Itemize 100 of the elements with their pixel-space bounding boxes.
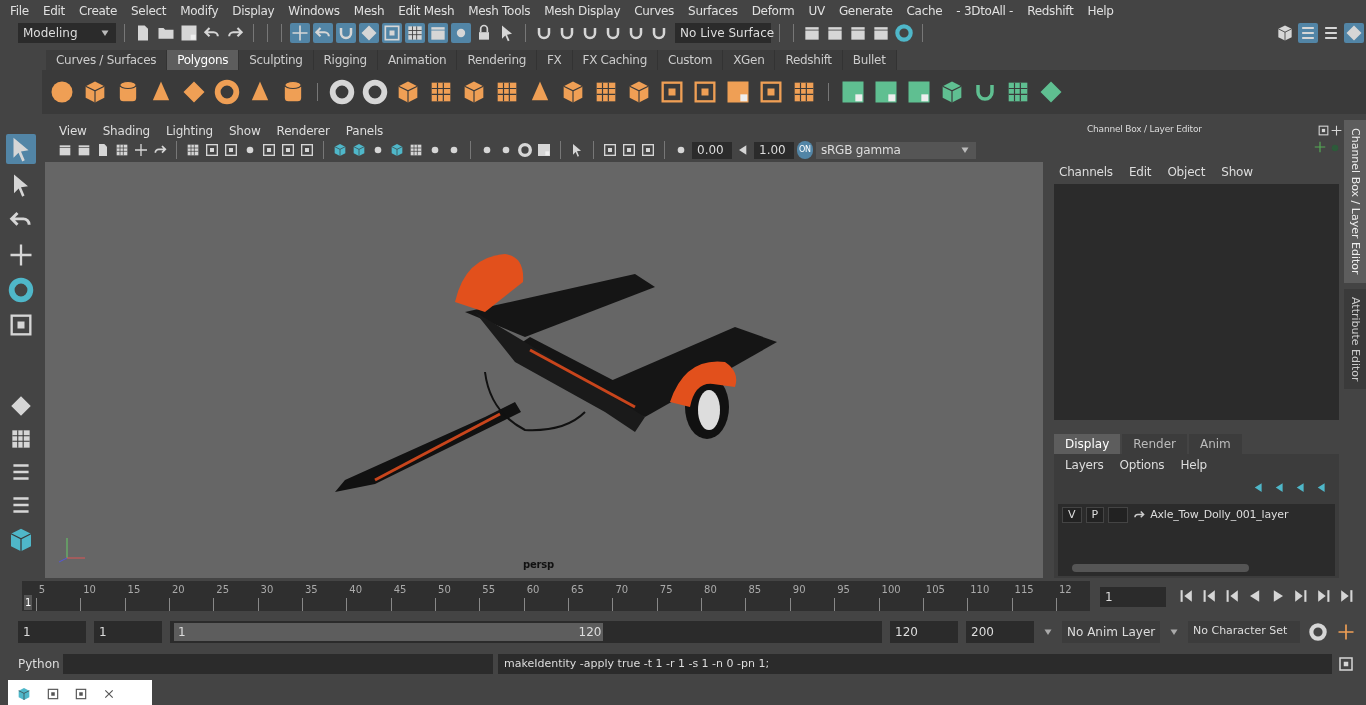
range-slider[interactable]: 1 120	[170, 620, 882, 643]
shelf-tab[interactable]: Custom	[657, 50, 724, 70]
menu-item[interactable]: Mesh	[345, 0, 391, 20]
shelf-tab[interactable]: FX	[537, 50, 573, 70]
menu-item[interactable]: Windows	[280, 0, 346, 20]
menu-item[interactable]: Lighting	[158, 120, 221, 140]
menu-item[interactable]: Edit Mesh	[390, 0, 461, 20]
menu-item[interactable]: Generate	[830, 0, 899, 20]
grid-icon[interactable]	[114, 142, 130, 158]
cube-icon[interactable]	[389, 142, 405, 158]
color-space-dropdown[interactable]: sRGB gamma	[815, 141, 976, 159]
menu-item[interactable]: Deform	[743, 0, 801, 20]
side-tab[interactable]: Attribute Editor	[1344, 288, 1366, 390]
shelf-tab[interactable]: Rigging	[313, 50, 378, 70]
diamond-icon[interactable]	[359, 22, 379, 43]
shelf-tab[interactable]: Animation	[377, 50, 458, 70]
mode-dropdown[interactable]: Modeling	[18, 22, 116, 43]
menu-item[interactable]: Shading	[94, 120, 159, 140]
menu-item[interactable]: Help	[1180, 456, 1207, 474]
frame-icon[interactable]	[602, 142, 618, 158]
menu-item[interactable]: Mesh Tools	[460, 0, 537, 20]
menu-item[interactable]: Show	[1221, 163, 1253, 181]
menu-item[interactable]: Curves	[626, 0, 681, 20]
shelf-tab[interactable]: FX Caching	[572, 50, 658, 70]
frame-icon[interactable]	[621, 142, 637, 158]
color-swatch[interactable]	[1108, 507, 1129, 524]
horizontal-scrollbar[interactable]	[1072, 564, 1250, 572]
shelf-tab[interactable]: Polygons	[167, 50, 240, 70]
menu-item[interactable]: Create	[70, 0, 123, 20]
playback-start-field[interactable]: 1	[94, 620, 162, 643]
menu-item[interactable]: View	[51, 120, 95, 140]
menu-item[interactable]: Help	[1079, 0, 1120, 20]
menu-item[interactable]: Select	[123, 0, 173, 20]
end-frame-field[interactable]: 200	[966, 620, 1034, 643]
cube-icon[interactable]	[351, 142, 367, 158]
list-icon[interactable]	[1298, 22, 1318, 43]
visibility-toggle[interactable]: V	[1062, 507, 1082, 524]
layer-editor-tab[interactable]: Anim	[1188, 434, 1242, 454]
menu-item[interactable]: UV	[800, 0, 831, 20]
menu-item[interactable]: File	[2, 0, 35, 20]
move-icon[interactable]	[133, 142, 149, 158]
frame-icon[interactable]	[280, 142, 296, 158]
color-management-toggle[interactable]: ON	[797, 141, 813, 159]
menu-item[interactable]: Modify	[172, 0, 225, 20]
shelf-tab[interactable]: Sculpting	[239, 50, 314, 70]
frame-icon[interactable]	[204, 142, 220, 158]
command-input[interactable]	[63, 654, 493, 674]
menu-item[interactable]: Layers	[1065, 456, 1104, 474]
menu-item[interactable]: Options	[1119, 456, 1165, 474]
gamma-field[interactable]: 1.00	[754, 141, 794, 159]
square-icon[interactable]	[536, 142, 552, 158]
shelf-tab[interactable]: Redshift	[775, 50, 843, 70]
language-label[interactable]: Python	[18, 655, 58, 673]
ring-icon[interactable]	[361, 78, 389, 106]
shelf-tab[interactable]: Bullet	[842, 50, 897, 70]
anim-layer-dropdown[interactable]: No Anim Layer	[1062, 620, 1160, 643]
frame-icon[interactable]	[299, 142, 315, 158]
grid-icon[interactable]	[408, 142, 424, 158]
ring-icon[interactable]	[517, 142, 533, 158]
layer-editor-tab[interactable]: Display	[1054, 434, 1121, 454]
grid-icon[interactable]	[185, 142, 201, 158]
menu-item[interactable]: Surfaces	[680, 0, 744, 20]
menu-item[interactable]: Show	[220, 120, 269, 140]
exposure-field[interactable]: 0.00	[692, 141, 732, 159]
cluster-icon[interactable]	[405, 22, 425, 43]
move-icon[interactable]	[290, 22, 310, 43]
menu-item[interactable]: Channels	[1059, 163, 1113, 181]
start-frame-field[interactable]: 1	[18, 620, 86, 643]
select-icon[interactable]	[6, 134, 36, 164]
frame-icon[interactable]	[382, 22, 402, 43]
character-set-dropdown[interactable]: No Character Set	[1188, 620, 1300, 643]
range-bar[interactable]: 1 120	[174, 622, 604, 641]
menu-item[interactable]: Renderer	[268, 120, 338, 140]
torus-icon[interactable]	[213, 78, 241, 106]
restore-icon[interactable]	[1317, 123, 1330, 137]
restore-icon[interactable]	[46, 686, 60, 701]
frame-icon[interactable]	[223, 142, 239, 158]
cube-icon[interactable]	[332, 142, 348, 158]
frame-icon[interactable]	[640, 142, 656, 158]
menu-item[interactable]: Redshift	[1019, 0, 1080, 20]
menu-item[interactable]: Edit	[1128, 163, 1152, 181]
menu-item[interactable]: Cache	[898, 0, 949, 20]
current-frame-field[interactable]: 1	[1100, 587, 1166, 607]
ring-icon[interactable]	[328, 78, 356, 106]
layers-icon[interactable]	[1344, 22, 1364, 43]
frame-icon[interactable]	[261, 142, 277, 158]
shelf-tab[interactable]: Rendering	[457, 50, 537, 70]
shelf-tab[interactable]: XGen	[723, 50, 776, 70]
menu-item[interactable]: Edit	[34, 0, 71, 20]
playback-end-field[interactable]: 120	[890, 620, 958, 643]
playback-toggle[interactable]: P	[1085, 507, 1105, 524]
maximize-icon[interactable]	[74, 686, 88, 701]
menu-item[interactable]: Object	[1167, 163, 1206, 181]
time-slider[interactable]: 1 5 10 15 20 25 30 35 40 45 50 55 60 65 70 75 80 85 90 95 100 105 110 115 12	[22, 581, 1090, 611]
menu-item[interactable]: Display	[224, 0, 281, 20]
layer-editor-tab[interactable]: Render	[1122, 434, 1187, 454]
menu-item[interactable]: Panels	[337, 120, 392, 140]
target-icon[interactable]	[894, 22, 914, 43]
menu-item[interactable]: - 3DtoAll -	[948, 0, 1020, 20]
menu-item[interactable]: Mesh Display	[536, 0, 627, 20]
